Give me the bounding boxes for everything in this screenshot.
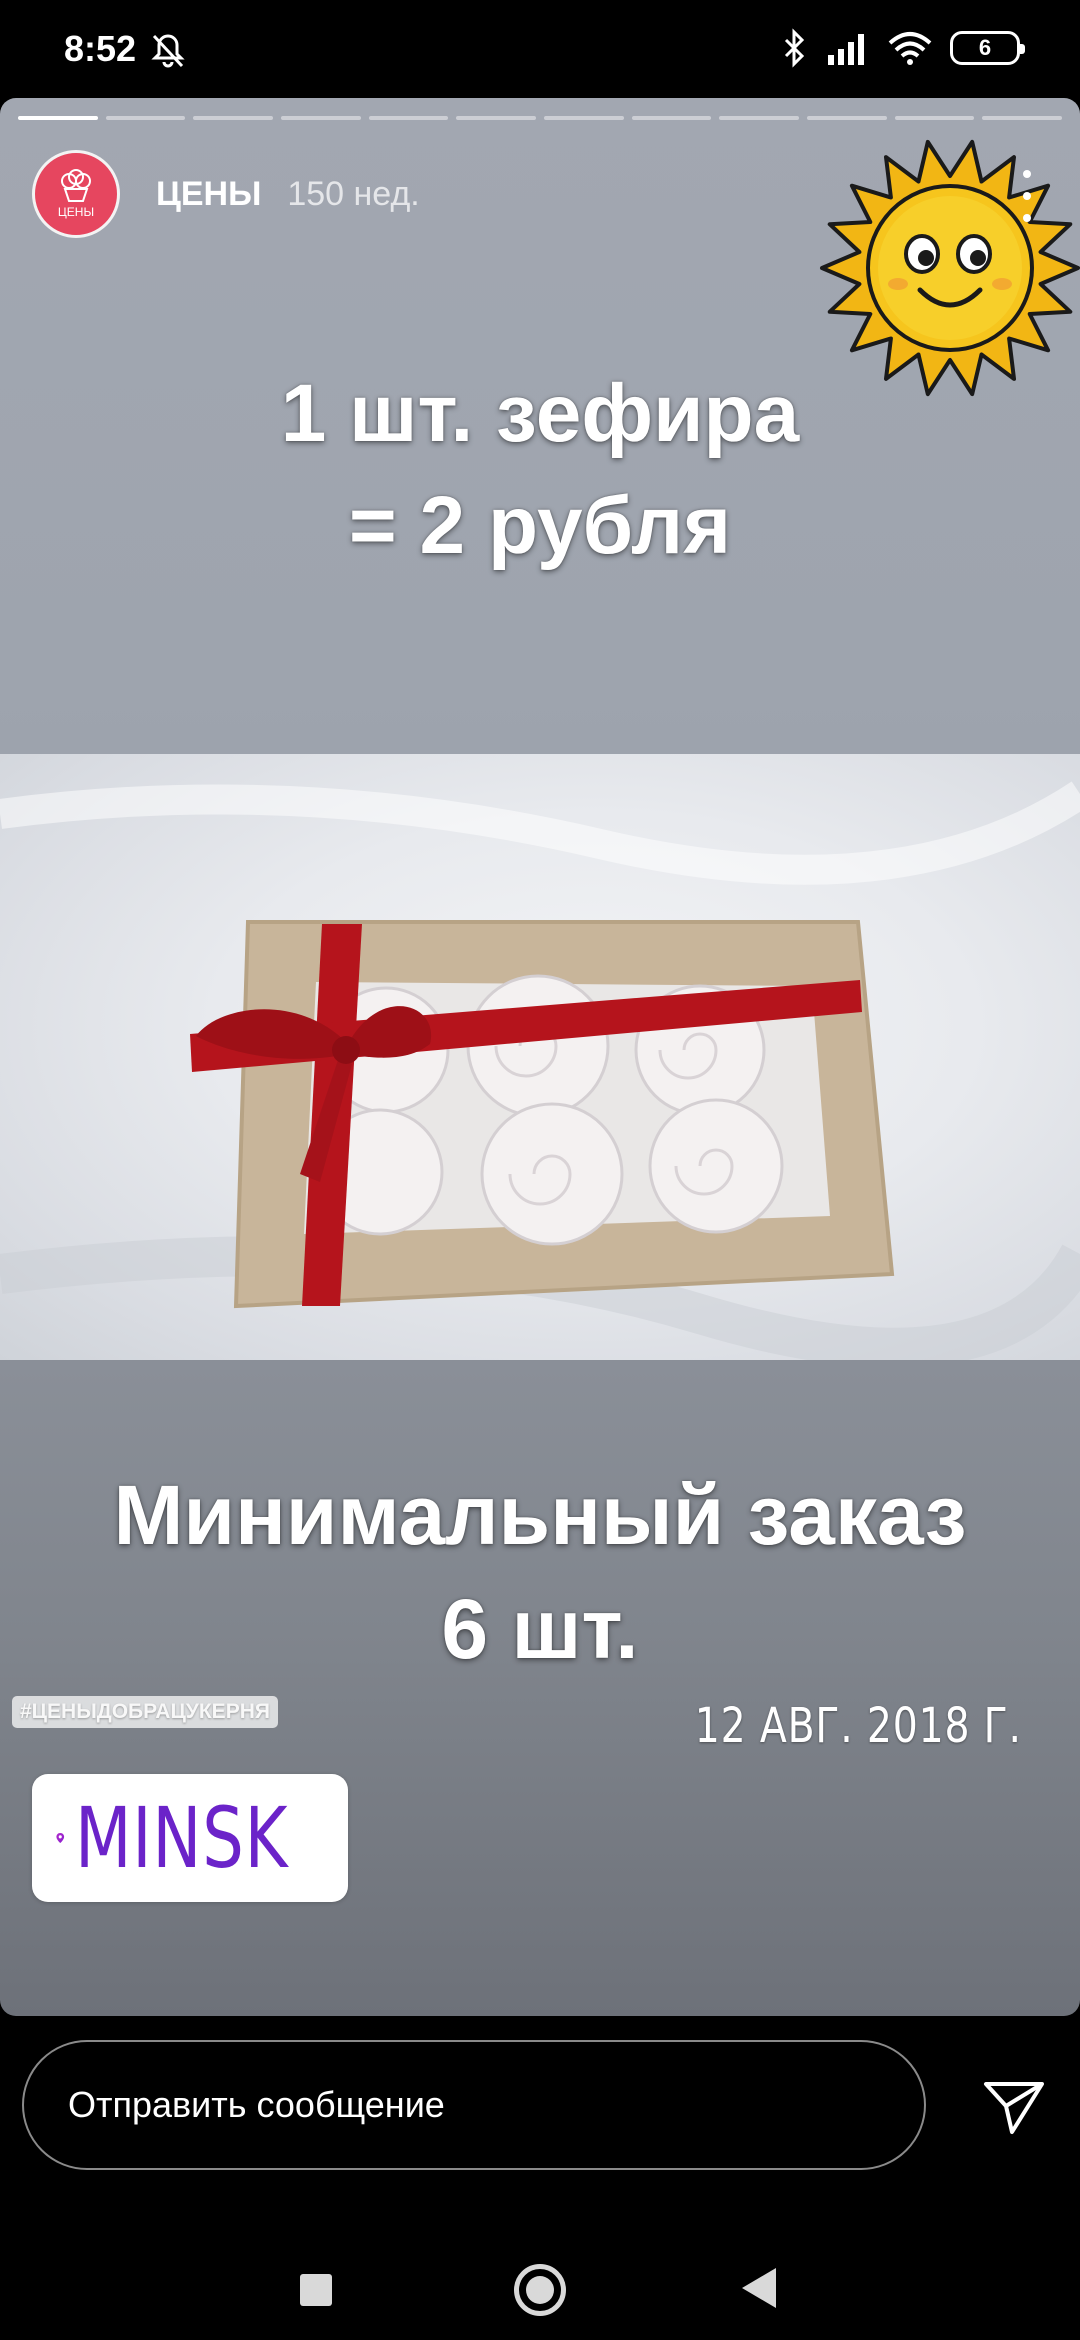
min-order-line2: 6 шт.: [441, 1582, 639, 1676]
price-headline-line1: 1 шт. зефира: [280, 368, 800, 459]
progress-segment: [281, 116, 361, 120]
progress-segment: [193, 116, 274, 120]
progress-segment: [982, 116, 1063, 120]
recents-button[interactable]: [300, 2274, 332, 2306]
hashtag-sticker[interactable]: #ЦЕНЫДОБРАЦУКЕРНЯ: [12, 1696, 278, 1728]
hashtag-text: #ЦЕНЫДОБРАЦУКЕРНЯ: [20, 1700, 270, 1723]
system-nav-bar: [0, 2192, 1080, 2340]
post-age: 150 нед.: [287, 174, 420, 213]
marshmallow-gift-box-photo: [0, 754, 1080, 1360]
avatar[interactable]: ЦЕНЫ: [32, 150, 120, 238]
status-icons: 6: [782, 28, 1025, 68]
back-button[interactable]: [742, 2268, 776, 2308]
progress-segment: [894, 116, 975, 120]
account-name[interactable]: ЦЕНЫ: [156, 175, 261, 214]
status-bar: 8:52 6: [0, 0, 1080, 98]
progress-segment: [18, 116, 98, 120]
message-placeholder: Отправить сообщение: [68, 2084, 445, 2125]
reply-bar: Отправить сообщение: [0, 2016, 1080, 2192]
story-viewer[interactable]: ЦЕНЫ ЦЕНЫ 150 нед. 1 шт. зефира = 2 рубл…: [0, 98, 1080, 2016]
battery-icon: 6: [950, 31, 1025, 65]
progress-segment: [631, 116, 712, 120]
location-sticker[interactable]: MINSK: [32, 1774, 348, 1902]
progress-segment: [807, 116, 887, 120]
story-header: ЦЕНЫ ЦЕНЫ 150 нед.: [32, 148, 420, 240]
min-order-headline: Минимальный заказ 6 шт.: [0, 1458, 1080, 1686]
price-headline: 1 шт. зефира = 2 рубля: [0, 358, 1080, 582]
status-time: 8:52: [64, 28, 137, 69]
progress-segment: [544, 116, 624, 120]
bluetooth-icon: [784, 28, 805, 68]
progress-segment: [719, 116, 800, 120]
progress-segment: [105, 116, 186, 120]
cupcake-logo-icon: [61, 169, 91, 202]
more-options-icon[interactable]: [1022, 170, 1032, 222]
message-input[interactable]: Отправить сообщение: [22, 2040, 926, 2170]
story-progress-bar: [18, 116, 1063, 120]
price-headline-line2: = 2 рубля: [348, 480, 732, 571]
signal-icon: [828, 34, 864, 65]
min-order-line1: Минимальный заказ: [113, 1468, 967, 1562]
progress-segment: [456, 116, 537, 120]
send-icon[interactable]: [982, 2080, 1046, 2136]
battery-level: 6: [978, 35, 992, 60]
notifications-off-icon: [151, 34, 185, 68]
home-button[interactable]: [514, 2264, 566, 2316]
progress-segment: [368, 116, 449, 120]
avatar-label: ЦЕНЫ: [57, 205, 95, 219]
date-sticker: 12 АВГ. 2018 Г.: [694, 1698, 1022, 1754]
location-name: MINSK: [74, 1789, 288, 1887]
location-pin-icon: [56, 1832, 65, 1844]
wifi-icon: [888, 32, 932, 65]
